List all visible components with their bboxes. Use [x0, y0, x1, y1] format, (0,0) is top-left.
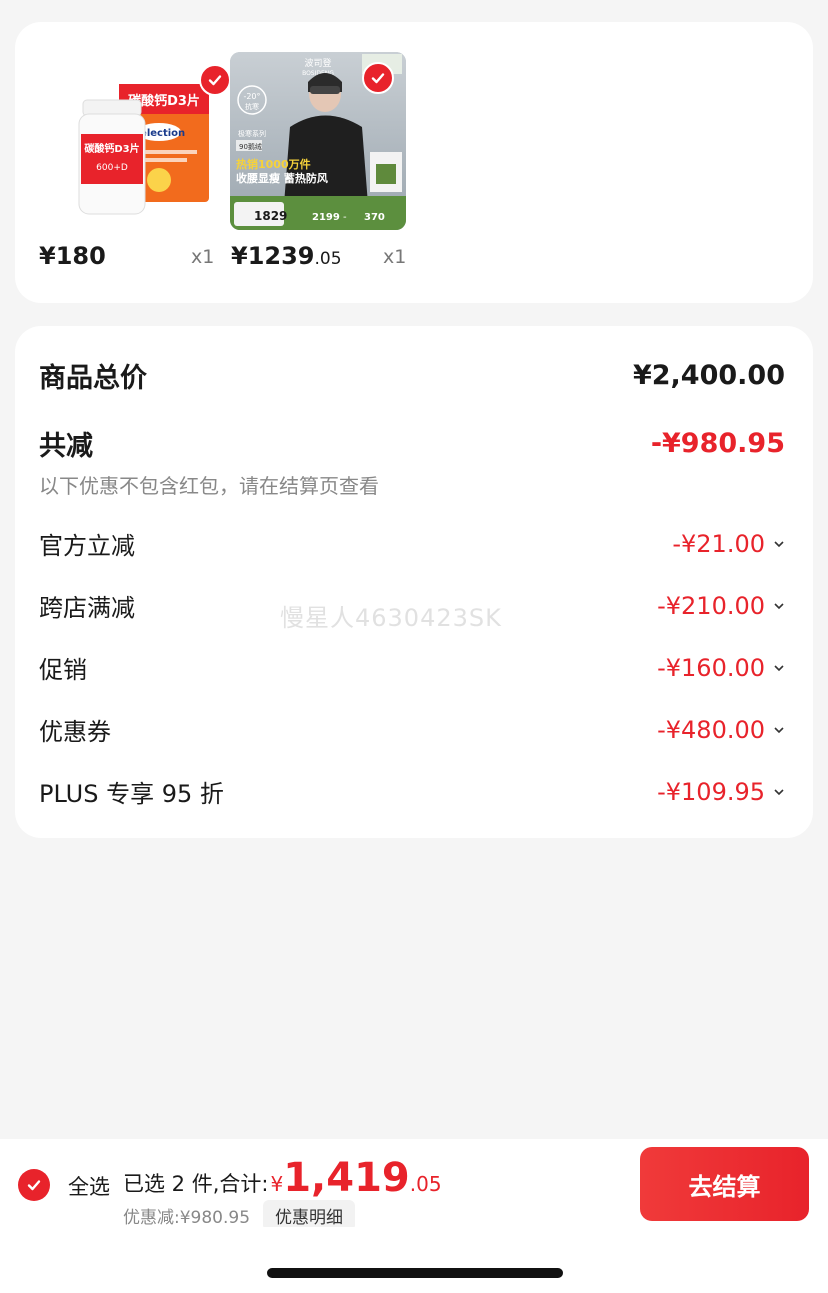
jacket-down: 90鹅绒: [239, 142, 262, 151]
jacket-temp: -20°: [243, 92, 260, 101]
discount-label: 优惠券: [39, 718, 111, 746]
discount-row[interactable]: 促销 -¥160.00: [39, 650, 785, 685]
watermark: 慢星人4630423SK: [280, 604, 502, 632]
jacket-price-c: 370: [364, 212, 385, 223]
total-amount: 1,419: [283, 1155, 410, 1201]
total-reduce-row: 共减 -¥980.95: [39, 424, 785, 463]
product-image-down-jacket[interactable]: 波司登 BOSIDENG -20° 抗寒 极寒系列 90鹅绒 热销1000万件 …: [230, 52, 406, 230]
chevron-down-icon[interactable]: [773, 724, 785, 736]
product-card: 碳酸钙D3片 Selection 碳酸钙D3片 600+D 波司登 BOSIDE…: [15, 22, 813, 303]
discount-label: PLUS 专享 95 折: [39, 780, 224, 808]
price-dec: .05: [314, 249, 342, 269]
jacket-slogan: 收腰显瘦 蓄热防风: [236, 171, 328, 185]
jacket-price-b: 2199: [312, 212, 340, 223]
product-qty: x1: [191, 246, 215, 268]
total-yen: ¥: [270, 1172, 284, 1196]
discount-label: 跨店满减: [39, 594, 135, 622]
select-all-check-icon[interactable]: [18, 1169, 50, 1201]
discount-value: -¥109.95: [657, 777, 765, 806]
discount-label: 官方立减: [39, 532, 135, 560]
discount-value: -¥480.00: [657, 715, 765, 744]
selected-total: 已选 2 件,合计: ¥ 1,419 .05: [123, 1155, 442, 1201]
product-check-icon[interactable]: [362, 62, 394, 94]
price-summary-card: 商品总价 ¥2,400.00 共减 -¥980.95 以下优惠不包含红包，请在结…: [15, 326, 813, 838]
home-indicator[interactable]: [267, 1268, 563, 1278]
discount-row[interactable]: PLUS 专享 95 折 -¥109.95: [39, 774, 785, 809]
total-reduce-value: -¥980.95: [650, 428, 785, 459]
chevron-down-icon[interactable]: [773, 786, 785, 798]
total-cents: .05: [409, 1172, 442, 1196]
total-price-label: 商品总价: [39, 363, 147, 394]
discount-row[interactable]: 优惠券 -¥480.00: [39, 712, 785, 747]
checkout-bar: 全选 已选 2 件,合计: ¥ 1,419 .05 优惠减:¥980.95 优惠…: [0, 1139, 828, 1231]
discount-summary: 优惠减:¥980.95: [123, 1208, 251, 1228]
discount-label: 促销: [39, 656, 87, 684]
home-area: [0, 1227, 828, 1293]
jacket-brand: 波司登: [304, 57, 331, 69]
checkout-button[interactable]: 去结算: [640, 1147, 809, 1221]
chevron-down-icon[interactable]: [773, 662, 785, 674]
product-image-calcium[interactable]: 碳酸钙D3片 Selection 碳酸钙D3片 600+D: [55, 52, 231, 230]
chevron-down-icon[interactable]: [773, 600, 785, 612]
discount-row[interactable]: 官方立减 -¥21.00: [39, 526, 785, 561]
discount-value: -¥21.00: [672, 529, 765, 558]
discount-note: 以下优惠不包含红包，请在结算页查看: [39, 474, 379, 498]
product-qty: x1: [383, 246, 407, 268]
discount-value: -¥210.00: [657, 591, 765, 620]
selected-text: 已选 2 件,合计:: [123, 1172, 269, 1196]
jacket-dash: -: [343, 212, 347, 223]
product-check-icon[interactable]: [199, 64, 231, 96]
total-reduce-label: 共减: [39, 431, 93, 462]
calcium-bottle-dose: 600+D: [96, 163, 128, 173]
jacket-series: 极寒系列: [238, 129, 266, 138]
select-all-label[interactable]: 全选: [68, 1171, 110, 1201]
jacket-sold: 热销1000万件: [236, 157, 311, 171]
jacket-temp-label: 抗寒: [245, 102, 259, 111]
product-price: ¥180: [39, 242, 106, 270]
price-int: ¥1239: [231, 242, 315, 270]
calcium-bottle-label: 碳酸钙D3片: [84, 142, 139, 155]
total-price-row: 商品总价 ¥2,400.00: [39, 356, 785, 395]
jacket-price-a: 1829: [254, 209, 287, 223]
discount-value: -¥160.00: [657, 653, 765, 682]
product-price: ¥1239.05: [231, 242, 342, 270]
total-price-value: ¥2,400.00: [632, 360, 785, 391]
chevron-down-icon[interactable]: [773, 538, 785, 550]
